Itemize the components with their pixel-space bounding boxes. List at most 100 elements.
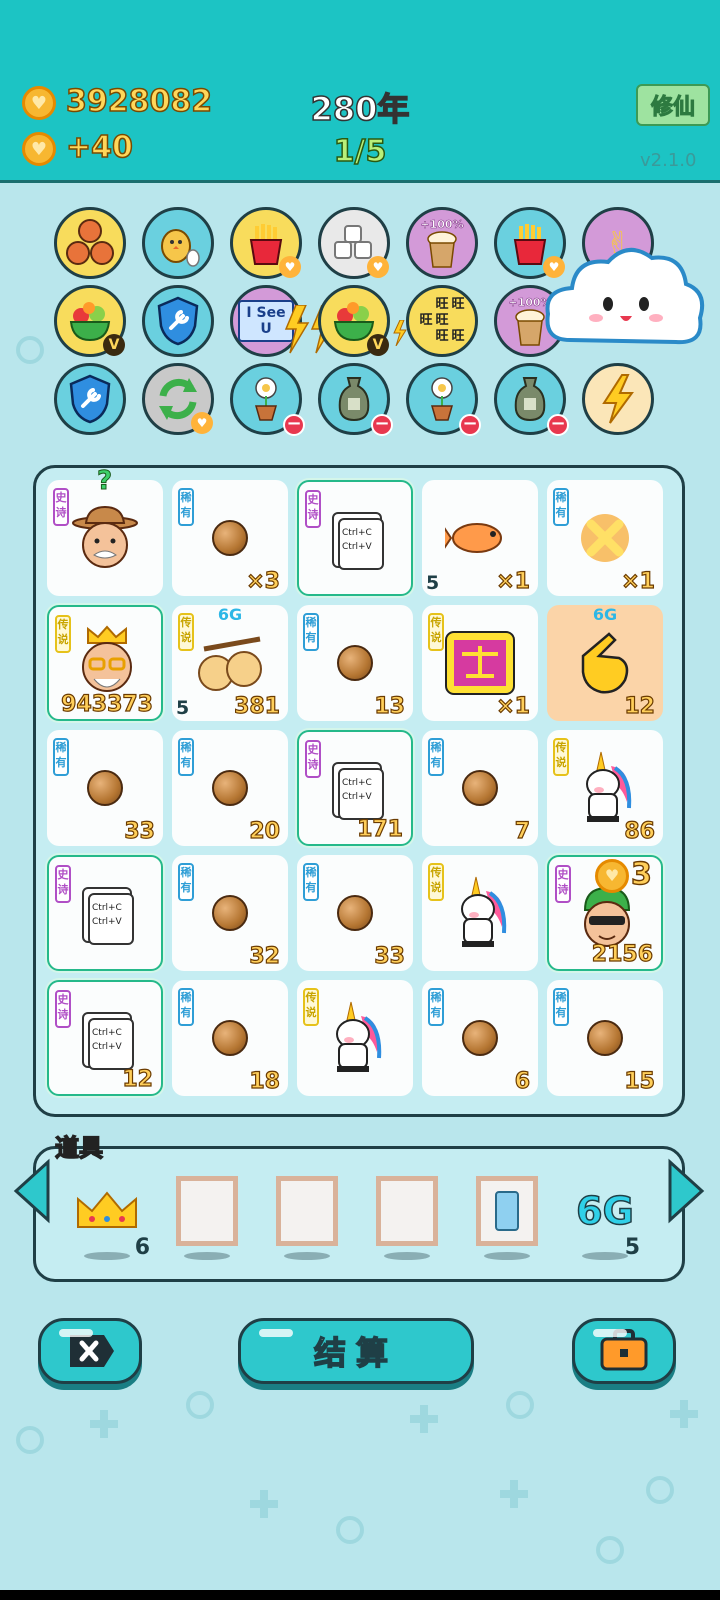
shield-wrench-icon <box>157 296 199 346</box>
prop-shadow <box>484 1252 530 1260</box>
grid-cell-ctrl-cv[interactable]: Ctrl+C Ctrl+V 史诗 171 <box>297 730 413 846</box>
skill-shield-wrench[interactable] <box>142 285 214 357</box>
item-count: ×3 <box>246 568 281 594</box>
rarity-tag: 史诗 <box>53 488 69 526</box>
skill-fries[interactable]: ♥ <box>230 207 302 279</box>
v-badge-icon: V <box>367 334 389 356</box>
arrow-right-icon[interactable] <box>666 1158 706 1224</box>
item-count: 86 <box>624 818 656 844</box>
version-label: v2.1.0 <box>640 150 697 171</box>
grid-cell-unicorn[interactable]: 传说 <box>297 980 413 1096</box>
prop-crown[interactable]: 6 <box>74 1174 150 1260</box>
skill-shield-wrench-2[interactable] <box>54 363 126 435</box>
rarity-tag: 史诗 <box>305 740 321 778</box>
grid-cell-farmer-head[interactable]: 史诗? <box>47 466 163 596</box>
prop-frame-3[interactable] <box>374 1174 440 1260</box>
remove-badge-icon[interactable]: − <box>371 414 393 436</box>
close-button[interactable] <box>38 1318 142 1384</box>
settle-button[interactable]: 结算 <box>238 1318 474 1384</box>
rarity-tag: 稀有 <box>428 988 444 1026</box>
prop-shadow <box>84 1252 130 1260</box>
skill-wang[interactable]: 旺旺 旺旺 旺旺 <box>406 285 478 357</box>
skill-bag[interactable]: − <box>318 363 393 436</box>
item-level: 5 <box>426 572 440 594</box>
grid-cell-ball[interactable]: 稀有 7 <box>422 730 538 846</box>
grid-cell-unicorn[interactable]: 传说 86 <box>547 730 663 846</box>
grid-cell-scale[interactable]: 传说 ×1 <box>422 605 538 721</box>
grid-cell-fish[interactable]: 5 ×1 <box>422 480 538 596</box>
remove-badge-icon[interactable]: − <box>459 414 481 436</box>
six-g-label: 6G <box>592 605 618 624</box>
skill-lightning[interactable] <box>582 363 654 435</box>
chick-egg-icon <box>161 229 200 267</box>
wang-char: 旺 <box>451 329 465 344</box>
prop-fridge[interactable] <box>474 1174 540 1260</box>
grid-cell-ctrl-cv[interactable]: Ctrl+C Ctrl+V 史诗 12 <box>47 980 163 1096</box>
skill-plant[interactable]: − <box>230 363 305 436</box>
grid-cell-ball[interactable]: 稀有 13 <box>297 605 413 721</box>
skill-chick[interactable] <box>142 207 214 279</box>
grid-cell-burst-x[interactable]: 稀有 ×1 <box>547 480 663 596</box>
grid-cell-ball[interactable]: 稀有 ×3 <box>172 480 288 596</box>
grid-cell-king-grandpa[interactable]: 传说 943373 <box>47 605 163 721</box>
item-count: 12 <box>624 693 656 719</box>
grid-cell-ball[interactable]: 稀有 33 <box>297 855 413 971</box>
skill-plant-2[interactable]: − <box>406 363 481 436</box>
item-count: ×1 <box>621 568 656 594</box>
item-count: 6 <box>514 1068 531 1094</box>
item-count: 13 <box>374 693 406 719</box>
grid-cell-ball[interactable]: 稀有 15 <box>547 980 663 1096</box>
wang-char: 旺 <box>435 329 449 344</box>
item-count: 943373 <box>61 691 154 717</box>
prop-6g[interactable]: 6G 5 <box>572 1174 640 1260</box>
rarity-tag: 史诗 <box>55 990 71 1028</box>
skill-bubble-tea[interactable]: +100% <box>406 207 478 279</box>
grid-cell-ball[interactable]: 稀有 18 <box>172 980 288 1096</box>
remove-badge-icon[interactable]: − <box>283 414 305 436</box>
close-icon <box>70 1335 114 1367</box>
briefcase-button[interactable] <box>572 1318 676 1384</box>
item-count: 32 <box>249 943 281 969</box>
grid-cell-ball[interactable]: 稀有 33 <box>47 730 163 846</box>
bubble-tea-icon <box>427 230 457 268</box>
skill-marshmallow[interactable]: ♥ <box>318 207 390 279</box>
item-count: 2156 <box>591 941 653 967</box>
empty-frame-icon <box>376 1176 438 1246</box>
skill-refresh[interactable]: ♥ <box>142 363 214 435</box>
grid-cell-double-balls[interactable]: 传说 6G 5 381 <box>172 605 288 721</box>
prop-shadow <box>384 1252 430 1260</box>
basketballs-icon <box>66 219 114 265</box>
settle-label: 结算 <box>313 1333 398 1373</box>
grid-cell-ctrl-cv[interactable]: Ctrl+C Ctrl+V 史诗 <box>47 855 163 971</box>
wang-char: 旺 <box>435 313 449 328</box>
crown-icon <box>77 1191 137 1228</box>
question-badge: ? <box>96 466 113 497</box>
rarity-tag: 稀有 <box>303 613 319 651</box>
grid-cell-ball[interactable]: 稀有 6 <box>422 980 538 1096</box>
skill-basketballs[interactable] <box>54 207 126 279</box>
grid-cell-pointing-hand[interactable]: 6G 12 <box>547 605 663 721</box>
grid-cell-unicorn[interactable]: 传说 <box>422 855 538 971</box>
skill-fruit-bowl-2[interactable]: V <box>318 285 390 357</box>
item-count: 33 <box>124 818 156 844</box>
skill-fruit-bowl[interactable]: V <box>54 285 126 357</box>
rarity-tag: 史诗 <box>55 865 71 903</box>
arrow-left-icon[interactable] <box>12 1158 52 1224</box>
prop-frame-2[interactable] <box>274 1174 340 1260</box>
grid-cell-cool-guy[interactable]: 史诗 ♥ 3 2156 <box>547 855 663 971</box>
xiuxian-button[interactable]: 修仙 <box>636 84 710 126</box>
item-count: 381 <box>233 693 280 719</box>
grid-cell-ball[interactable]: 稀有 32 <box>172 855 288 971</box>
grid-cell-ctrl-cv[interactable]: Ctrl+C Ctrl+V 史诗 <box>297 480 413 596</box>
prop-frame-1[interactable] <box>174 1174 240 1260</box>
button-shine <box>59 1329 93 1337</box>
lightning-icon <box>602 374 634 424</box>
shield-wrench-icon <box>69 374 111 424</box>
stage-progress: 1/5 <box>333 133 387 170</box>
rarity-tag: 稀有 <box>53 738 69 776</box>
ctrl-v-label: Ctrl+V <box>342 792 372 802</box>
skill-bag-2[interactable]: − <box>494 363 569 436</box>
six-g-label: 6G <box>217 605 243 624</box>
grid-cell-ball[interactable]: 稀有 20 <box>172 730 288 846</box>
remove-badge-icon[interactable]: − <box>547 414 569 436</box>
